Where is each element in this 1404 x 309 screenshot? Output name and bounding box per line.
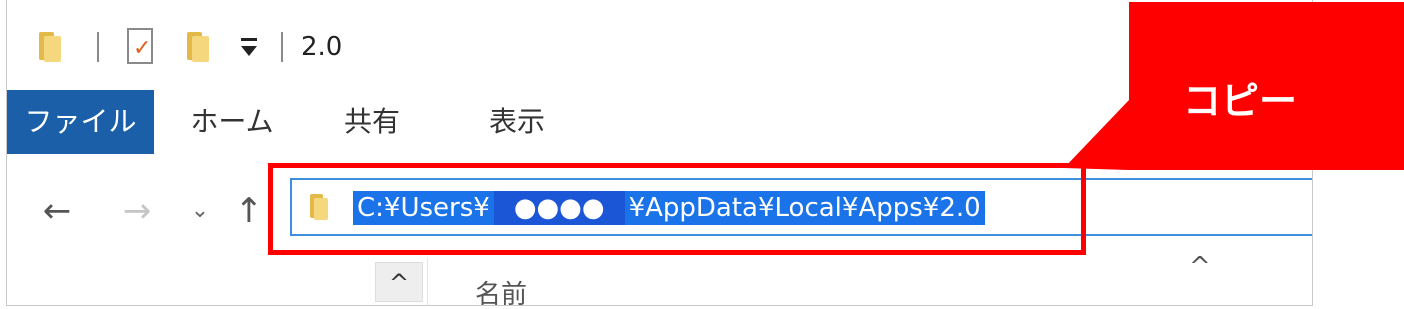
callout-label: コピー (1183, 79, 1298, 123)
tab-home[interactable]: ホーム (172, 90, 292, 154)
qat-divider (97, 32, 99, 62)
recent-locations-chevron-icon[interactable]: ⌄ (185, 186, 215, 236)
column-collapse-chevron-icon[interactable]: ^ (1189, 252, 1211, 282)
header-divider (427, 258, 428, 305)
explorer-window: ✓ 2.0 ファイル ホーム 共有 表示 ← → ⌄ ↑ C:¥Users¥ ●●… (6, 0, 1313, 306)
tab-file[interactable]: ファイル (7, 90, 154, 154)
column-header-name[interactable]: 名前 (475, 274, 527, 305)
back-arrow-icon[interactable]: ← (37, 186, 77, 236)
sort-toggle-button[interactable]: ^ (375, 262, 423, 302)
ribbon-tabs: ファイル ホーム 共有 表示 (7, 90, 1312, 156)
title-bar: ✓ 2.0 (7, 0, 1312, 90)
forward-arrow-icon[interactable]: → (117, 186, 157, 236)
file-list-header: ^ 名前 ^ (7, 252, 1312, 305)
window-title: 2.0 (301, 32, 343, 62)
title-divider (281, 32, 283, 62)
up-arrow-icon[interactable]: ↑ (229, 186, 269, 236)
properties-icon[interactable]: ✓ (127, 28, 153, 64)
address-highlight-box (268, 163, 1086, 255)
tab-view[interactable]: 表示 (462, 90, 572, 154)
customize-qat-icon[interactable] (237, 34, 267, 64)
tab-share[interactable]: 共有 (327, 90, 417, 154)
